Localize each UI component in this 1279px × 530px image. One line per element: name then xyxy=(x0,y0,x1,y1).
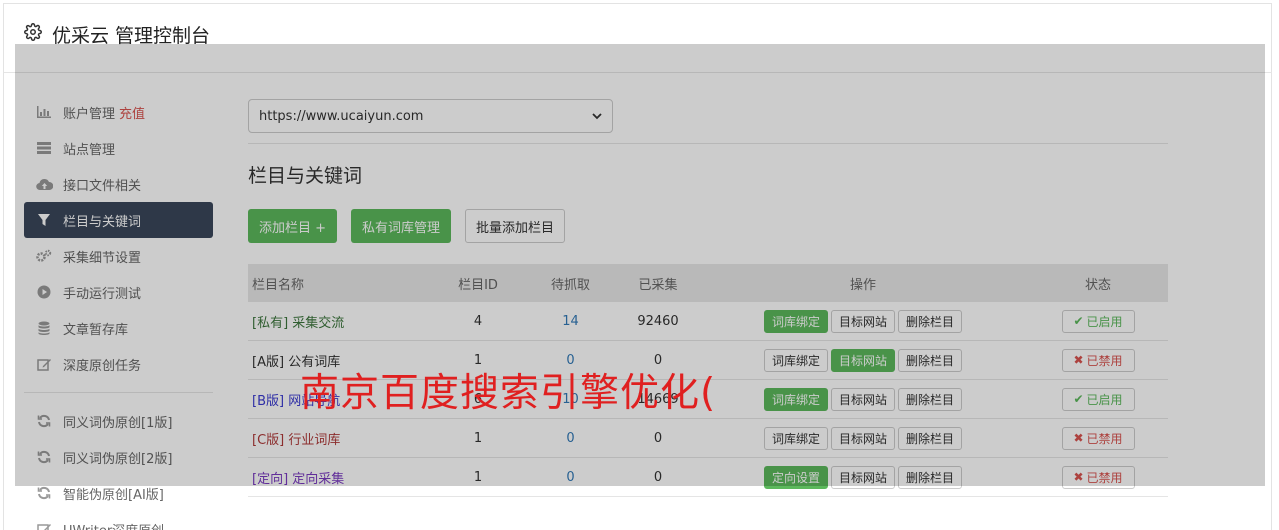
watermark-text: 南京百度搜索引擎优化( xyxy=(300,371,717,416)
dim-overlay xyxy=(15,44,1265,486)
gear-icon xyxy=(24,23,42,45)
refresh-icon xyxy=(35,484,53,502)
edit-icon xyxy=(35,520,53,530)
sidebar-item-label: UWriter深度原创 xyxy=(63,520,164,530)
sidebar-item-uwriter[interactable]: UWriter深度原创 xyxy=(24,511,213,530)
sidebar-item-label: 智能伪原创[AI版] xyxy=(63,487,164,503)
